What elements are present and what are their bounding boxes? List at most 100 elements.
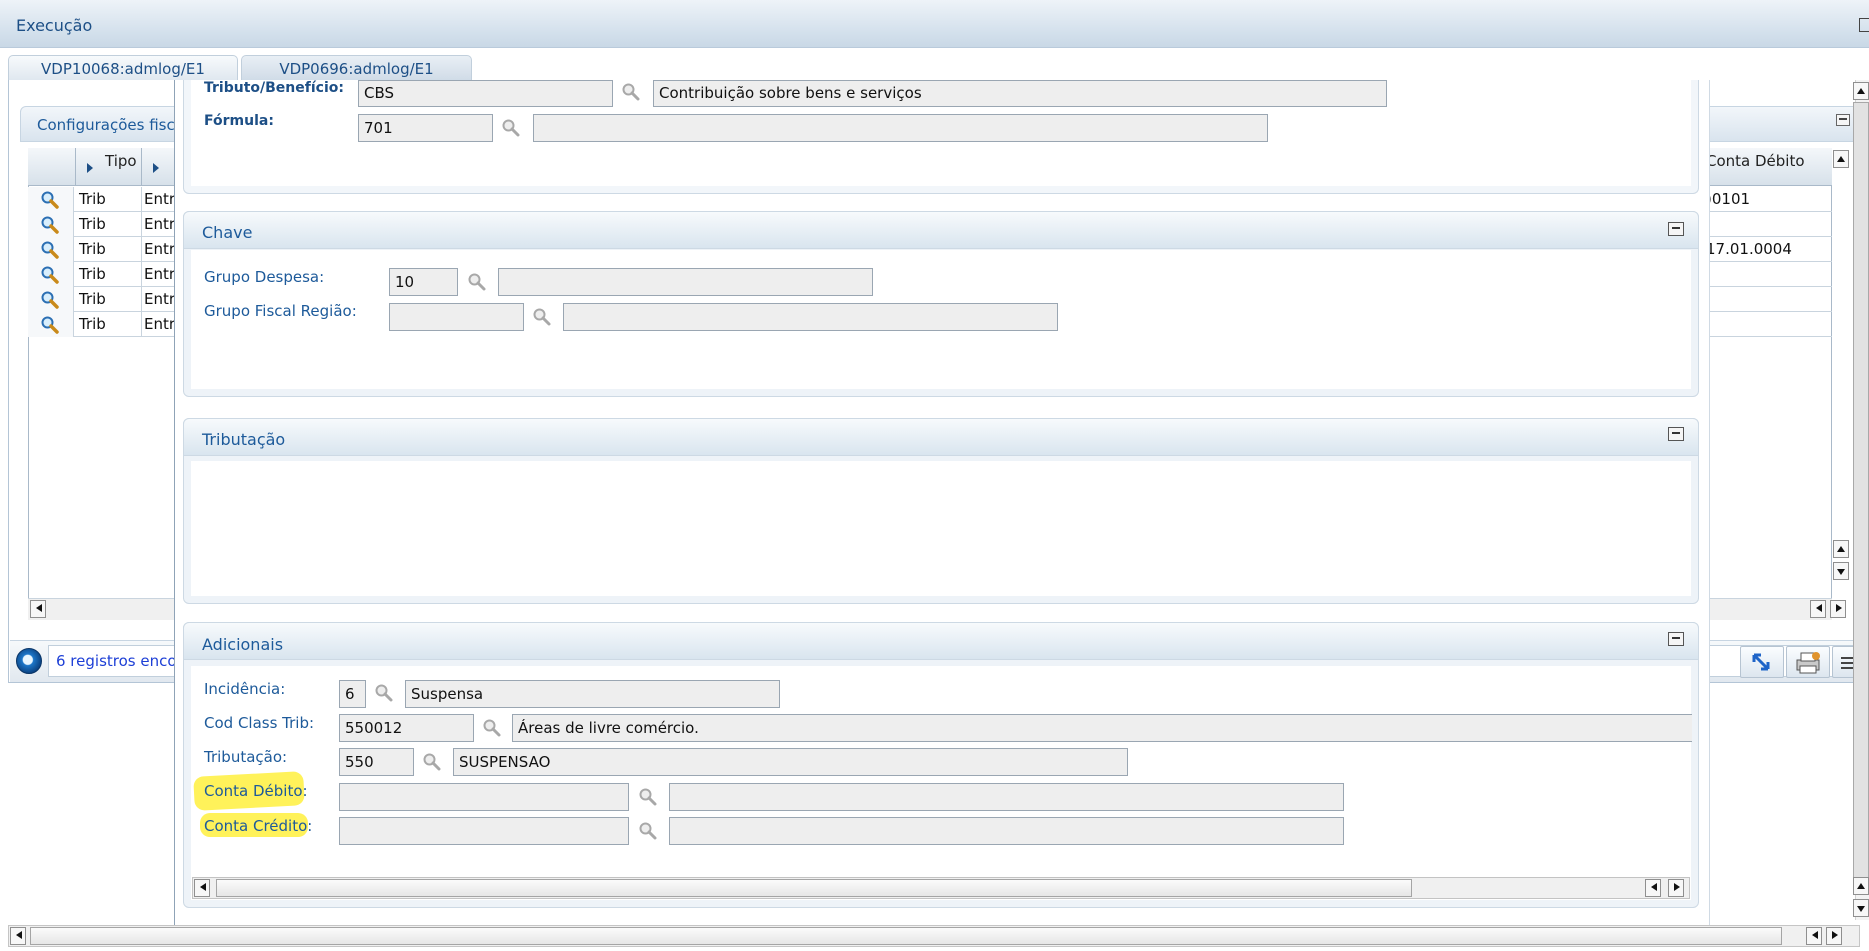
chave-minimize-icon[interactable] <box>1668 222 1684 236</box>
magnifier-icon <box>41 316 59 334</box>
incidencia-label: Incidência: <box>204 680 286 698</box>
incidencia-desc-field: Suspensa <box>405 680 780 708</box>
print-button[interactable] <box>1786 646 1830 678</box>
tributacao-panel-title: Tributação <box>202 430 286 449</box>
magnifier-icon <box>533 308 551 326</box>
col-sep <box>141 262 142 287</box>
printer-icon <box>1796 652 1820 674</box>
formula-lookup-button[interactable] <box>501 118 521 138</box>
row-tipo: Trib <box>79 240 106 258</box>
grupo-fiscal-lookup-button[interactable] <box>532 307 552 327</box>
grid-scroll-left-icon[interactable] <box>1810 600 1826 618</box>
incidencia-code-field[interactable]: 6 <box>339 680 366 708</box>
magnifier-icon <box>41 216 59 234</box>
title-bar <box>0 0 1869 48</box>
cod-class-trib-code-field[interactable]: 550012 <box>339 714 474 742</box>
tributacao-panel-body <box>191 461 1691 596</box>
magnifier-icon <box>639 788 657 806</box>
tributo-code-field[interactable]: CBS <box>358 80 613 107</box>
row-tipo: Trib <box>79 190 106 208</box>
grid-header-conta-debito[interactable]: Conta Débito <box>1706 152 1805 170</box>
page-scroll-up-icon[interactable] <box>1853 877 1869 895</box>
tributo-desc-field: Contribuição sobre bens e serviços <box>653 80 1387 107</box>
tab-vdp10068[interactable]: VDP10068:admlog/E1 <box>8 55 238 81</box>
magnifier-icon <box>502 119 520 137</box>
grid-scroll-left-icon[interactable] <box>30 600 46 618</box>
magnifier-icon <box>423 753 441 771</box>
row-lookup-cell[interactable] <box>28 237 74 262</box>
magnifier-icon <box>41 191 59 209</box>
magnifier-icon <box>483 719 501 737</box>
adicionais-scroll-right-icon[interactable] <box>1668 879 1684 897</box>
col-sep <box>141 212 142 237</box>
adicionais-minimize-icon[interactable] <box>1668 632 1684 646</box>
row-conta: 17.01.0004 <box>1706 240 1792 258</box>
row-lookup-cell[interactable] <box>28 212 74 237</box>
conta-credito-code-field[interactable] <box>339 817 629 845</box>
col-sep <box>141 312 142 337</box>
row-tipo: Trib <box>79 215 106 233</box>
row-col2: Entr <box>144 240 176 258</box>
conta-debito-desc-field <box>669 783 1344 811</box>
formula-code-field[interactable]: 701 <box>358 114 493 142</box>
cod-class-trib-lookup-button[interactable] <box>482 718 502 738</box>
row-lookup-cell[interactable] <box>28 187 74 212</box>
page-scroll-left-icon[interactable] <box>10 927 26 945</box>
magnifier-icon <box>639 822 657 840</box>
conta-credito-desc-field <box>669 817 1344 845</box>
page-scroll-right-icon[interactable] <box>1826 927 1842 945</box>
chave-panel-header <box>183 211 1699 249</box>
grupo-fiscal-desc-field <box>563 303 1058 331</box>
conta-debito-label: Conta Débito: <box>204 782 308 800</box>
magnifier-icon <box>41 241 59 259</box>
tributacao-lookup-button[interactable] <box>422 752 442 772</box>
sort-arrow-icon <box>153 163 159 173</box>
tributo-label: Tributo/Benefício: <box>204 80 344 96</box>
page-scroll-up-icon[interactable] <box>1853 82 1869 100</box>
conta-debito-lookup-button[interactable] <box>638 787 658 807</box>
tab-vdp0696[interactable]: VDP0696:admlog/E1 <box>241 55 472 81</box>
row-lookup-cell[interactable] <box>28 262 74 287</box>
row-col2: Entr <box>144 315 176 333</box>
conta-credito-label: Conta Crédito: <box>204 817 313 835</box>
grid-scroll-up-icon[interactable] <box>1833 150 1849 168</box>
formula-desc-field <box>533 114 1268 142</box>
adicionais-scroll-left-icon[interactable] <box>194 879 210 897</box>
magnifier-icon <box>468 273 486 291</box>
conta-debito-code-field[interactable] <box>339 783 629 811</box>
tributacao-desc-field: SUSPENSAO <box>453 748 1128 776</box>
page-scroll-left-icon[interactable] <box>1806 927 1822 945</box>
tributo-lookup-button[interactable] <box>621 82 641 102</box>
window-minimize-icon[interactable] <box>1859 18 1869 32</box>
adicionais-scroll-left-icon[interactable] <box>1645 879 1661 897</box>
magnifier-icon <box>41 291 59 309</box>
grid-scroll-up-icon[interactable] <box>1833 540 1849 558</box>
tributacao-code-field[interactable]: 550 <box>339 748 414 776</box>
tributacao-panel-header <box>183 418 1699 456</box>
grupo-despesa-lookup-button[interactable] <box>467 272 487 292</box>
row-lookup-cell[interactable] <box>28 287 74 312</box>
app-logo-icon <box>16 648 42 674</box>
expand-button[interactable] <box>1740 646 1784 678</box>
grid-scroll-right-icon[interactable] <box>1830 600 1846 618</box>
page-hscroll-thumb[interactable] <box>30 927 1782 945</box>
grid-scroll-down-icon[interactable] <box>1833 562 1849 580</box>
page-scroll-thumb[interactable] <box>1853 102 1869 892</box>
row-tipo: Trib <box>79 315 106 333</box>
row-tipo: Trib <box>79 290 106 308</box>
background-panel-minimize-icon[interactable] <box>1836 114 1850 126</box>
tributacao-minimize-icon[interactable] <box>1668 427 1684 441</box>
grupo-despesa-code-field[interactable]: 10 <box>389 268 458 296</box>
incidencia-lookup-button[interactable] <box>374 683 394 703</box>
row-col2: Entr <box>144 215 176 233</box>
col-sep <box>141 187 142 212</box>
adicionais-scroll-thumb[interactable] <box>216 879 1412 897</box>
row-col2: Entr <box>144 190 176 208</box>
cod-class-trib-desc-field: Áreas de livre comércio. <box>512 714 1692 742</box>
conta-credito-lookup-button[interactable] <box>638 821 658 841</box>
tributacao-label: Tributação: <box>204 748 288 766</box>
adicionais-panel-title: Adicionais <box>202 635 284 654</box>
page-scroll-down-icon[interactable] <box>1853 899 1869 917</box>
grupo-fiscal-code-field[interactable] <box>389 303 524 331</box>
row-lookup-cell[interactable] <box>28 312 74 337</box>
